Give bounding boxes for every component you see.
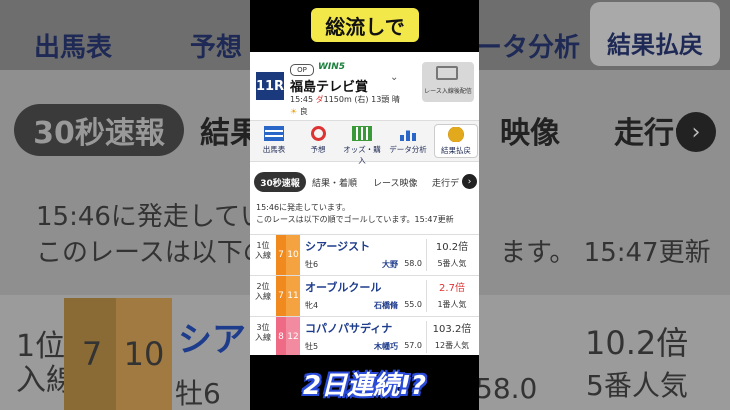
sun-icon: ☀	[290, 107, 298, 116]
sex-age: 牡5	[305, 342, 319, 351]
horse-name: コパノパサディナ	[305, 322, 393, 335]
odds-icon	[352, 126, 372, 141]
tab-30sec[interactable]: 30秒速報	[254, 172, 306, 192]
track-condition: ☀ 良	[290, 106, 308, 117]
nav-odds[interactable]: オッズ・購入	[340, 124, 384, 165]
caption-text: 2日連続!?	[302, 371, 427, 401]
waku-badge: 7	[276, 276, 286, 316]
finish-notice: このレースは以下の順でゴールしています。15:47更新	[256, 215, 454, 224]
start-notice: 15:46に発走しています。	[256, 203, 351, 212]
background-popularity: 5番人気	[586, 369, 688, 402]
win5-logo: WIN5	[318, 62, 346, 72]
race-direction: (右)	[354, 95, 369, 104]
phone-screen: 総流しで 11R OP WIN5 福島テレビ賞 ⌄ 15:45 ダ1150m (…	[250, 0, 479, 410]
chevron-right-icon[interactable]: ›	[462, 174, 477, 189]
background-nav-active: 結果払戻	[590, 2, 720, 66]
background-waku: 7	[64, 298, 120, 410]
carried-weight: 58.0	[404, 259, 422, 268]
divider	[426, 321, 427, 353]
horse-number: 10	[286, 235, 300, 275]
sex-age: 牝4	[305, 301, 319, 310]
nav-label: オッズ・購入	[343, 145, 381, 165]
carried-weight: 55.0	[404, 300, 422, 309]
background-horse-name: シア	[178, 320, 246, 360]
horse-name: シアージスト	[305, 240, 371, 253]
tab-results[interactable]: 結果・着順	[312, 172, 357, 192]
odds-value: 10.2倍	[435, 242, 469, 253]
horse-number: 11	[286, 276, 300, 316]
odds-value: 103.2倍	[432, 324, 472, 335]
header-banner: 総流しで	[250, 0, 479, 52]
nav-data-analysis[interactable]: データ分析	[386, 124, 430, 158]
carried-weight: 57.0	[404, 341, 422, 350]
video-button-label: レース入線後配信	[424, 88, 472, 95]
popularity: 5番人気	[437, 259, 467, 268]
coins-icon	[446, 127, 466, 142]
background-umaban: 10	[116, 298, 172, 410]
horse-number: 12	[286, 317, 300, 357]
background-tab: 映像	[500, 116, 560, 151]
divider	[426, 280, 427, 312]
background-weight: 58.0	[475, 372, 538, 405]
data-analysis-icon	[398, 126, 418, 141]
background-nav-item: ータ分析	[476, 33, 581, 63]
race-weather: 晴	[391, 95, 400, 104]
caption-footer: 2日連続!?	[250, 355, 479, 410]
result-tabs: 30秒速報 結果・着順 レース映像 走行デ ›	[250, 168, 479, 196]
sex-age: 牡6	[305, 260, 319, 269]
background-sexage: 牡6	[175, 377, 221, 410]
background-notice: ます。 15:47更新	[500, 238, 711, 268]
race-info: 15:45 ダ1150m (右) 13頭 晴	[290, 94, 400, 105]
result-row[interactable]: 2位 入線 7 11 オーブルクール 牝4 石橋脩 55.0 2.7倍 1番人気	[250, 275, 479, 316]
background-nav-item: 予想	[190, 33, 243, 63]
track-type: ダ	[315, 95, 324, 104]
race-time: 15:45	[290, 95, 314, 104]
result-row[interactable]: 1位 入線 7 10 シアージスト 牡6 大野 58.0 10.2倍 5番人気	[250, 234, 479, 275]
nav-label: データ分析	[389, 145, 427, 154]
nav-results[interactable]: 結果払戻	[434, 124, 478, 158]
waku-badge: 7	[276, 235, 286, 275]
race-name: 福島テレビ賞	[290, 80, 369, 95]
waku-badge: 8	[276, 317, 286, 357]
race-number-badge: 11R	[256, 72, 284, 100]
popularity: 1番人気	[437, 300, 467, 309]
finish-rank: 3位 入線	[255, 323, 271, 342]
result-row[interactable]: 3位 入線 8 12 コパノパサディナ 牡5 木幡巧 57.0 103.2倍 12…	[250, 316, 479, 357]
popularity: 12番人気	[434, 341, 470, 350]
tab-race-video[interactable]: レース映像	[373, 172, 418, 192]
nav-label: 結果払戻	[441, 146, 471, 155]
grade-badge: OP	[290, 64, 314, 76]
background-odds: 10.2倍	[585, 324, 689, 362]
video-icon	[436, 66, 458, 80]
finish-rank: 1位 入線	[255, 241, 271, 260]
jockey-name: 木幡巧	[374, 342, 398, 351]
odds-value: 2.7倍	[439, 283, 465, 294]
background-tab-active: 30秒速報	[14, 104, 184, 156]
target-icon	[310, 126, 326, 141]
race-video-button[interactable]: レース入線後配信	[422, 62, 474, 102]
main-nav: 出馬表 予想 オッズ・購入 データ分析 結果払戻	[250, 120, 479, 165]
background-nav-item: 出馬表	[34, 33, 113, 63]
race-entries: 13頭	[371, 95, 390, 104]
horse-name: オーブルクール	[305, 281, 382, 294]
condition-label: 良	[299, 107, 308, 116]
finish-rank: 2位 入線	[255, 282, 271, 301]
background-chevron-right-icon: ›	[676, 112, 716, 152]
nav-label: 予想	[310, 145, 326, 154]
jockey-name: 大野	[382, 260, 398, 269]
race-card-icon	[264, 126, 284, 141]
nav-prediction[interactable]: 予想	[296, 124, 340, 158]
nav-race-card[interactable]: 出馬表	[252, 124, 296, 158]
chevron-down-icon[interactable]: ⌄	[390, 72, 398, 83]
nav-label: 出馬表	[262, 145, 286, 154]
banner-title: 総流しで	[311, 8, 419, 42]
race-header: 11R OP WIN5 福島テレビ賞 ⌄ 15:45 ダ1150m (右) 13…	[250, 52, 479, 120]
background-notice: このレースは以下の	[36, 238, 269, 268]
race-distance: 1150m	[323, 95, 352, 104]
divider	[426, 239, 427, 271]
background-notice: 15:46に発走してい	[36, 202, 267, 232]
jockey-name: 石橋脩	[374, 301, 398, 310]
tab-running-data[interactable]: 走行デ	[432, 172, 459, 192]
